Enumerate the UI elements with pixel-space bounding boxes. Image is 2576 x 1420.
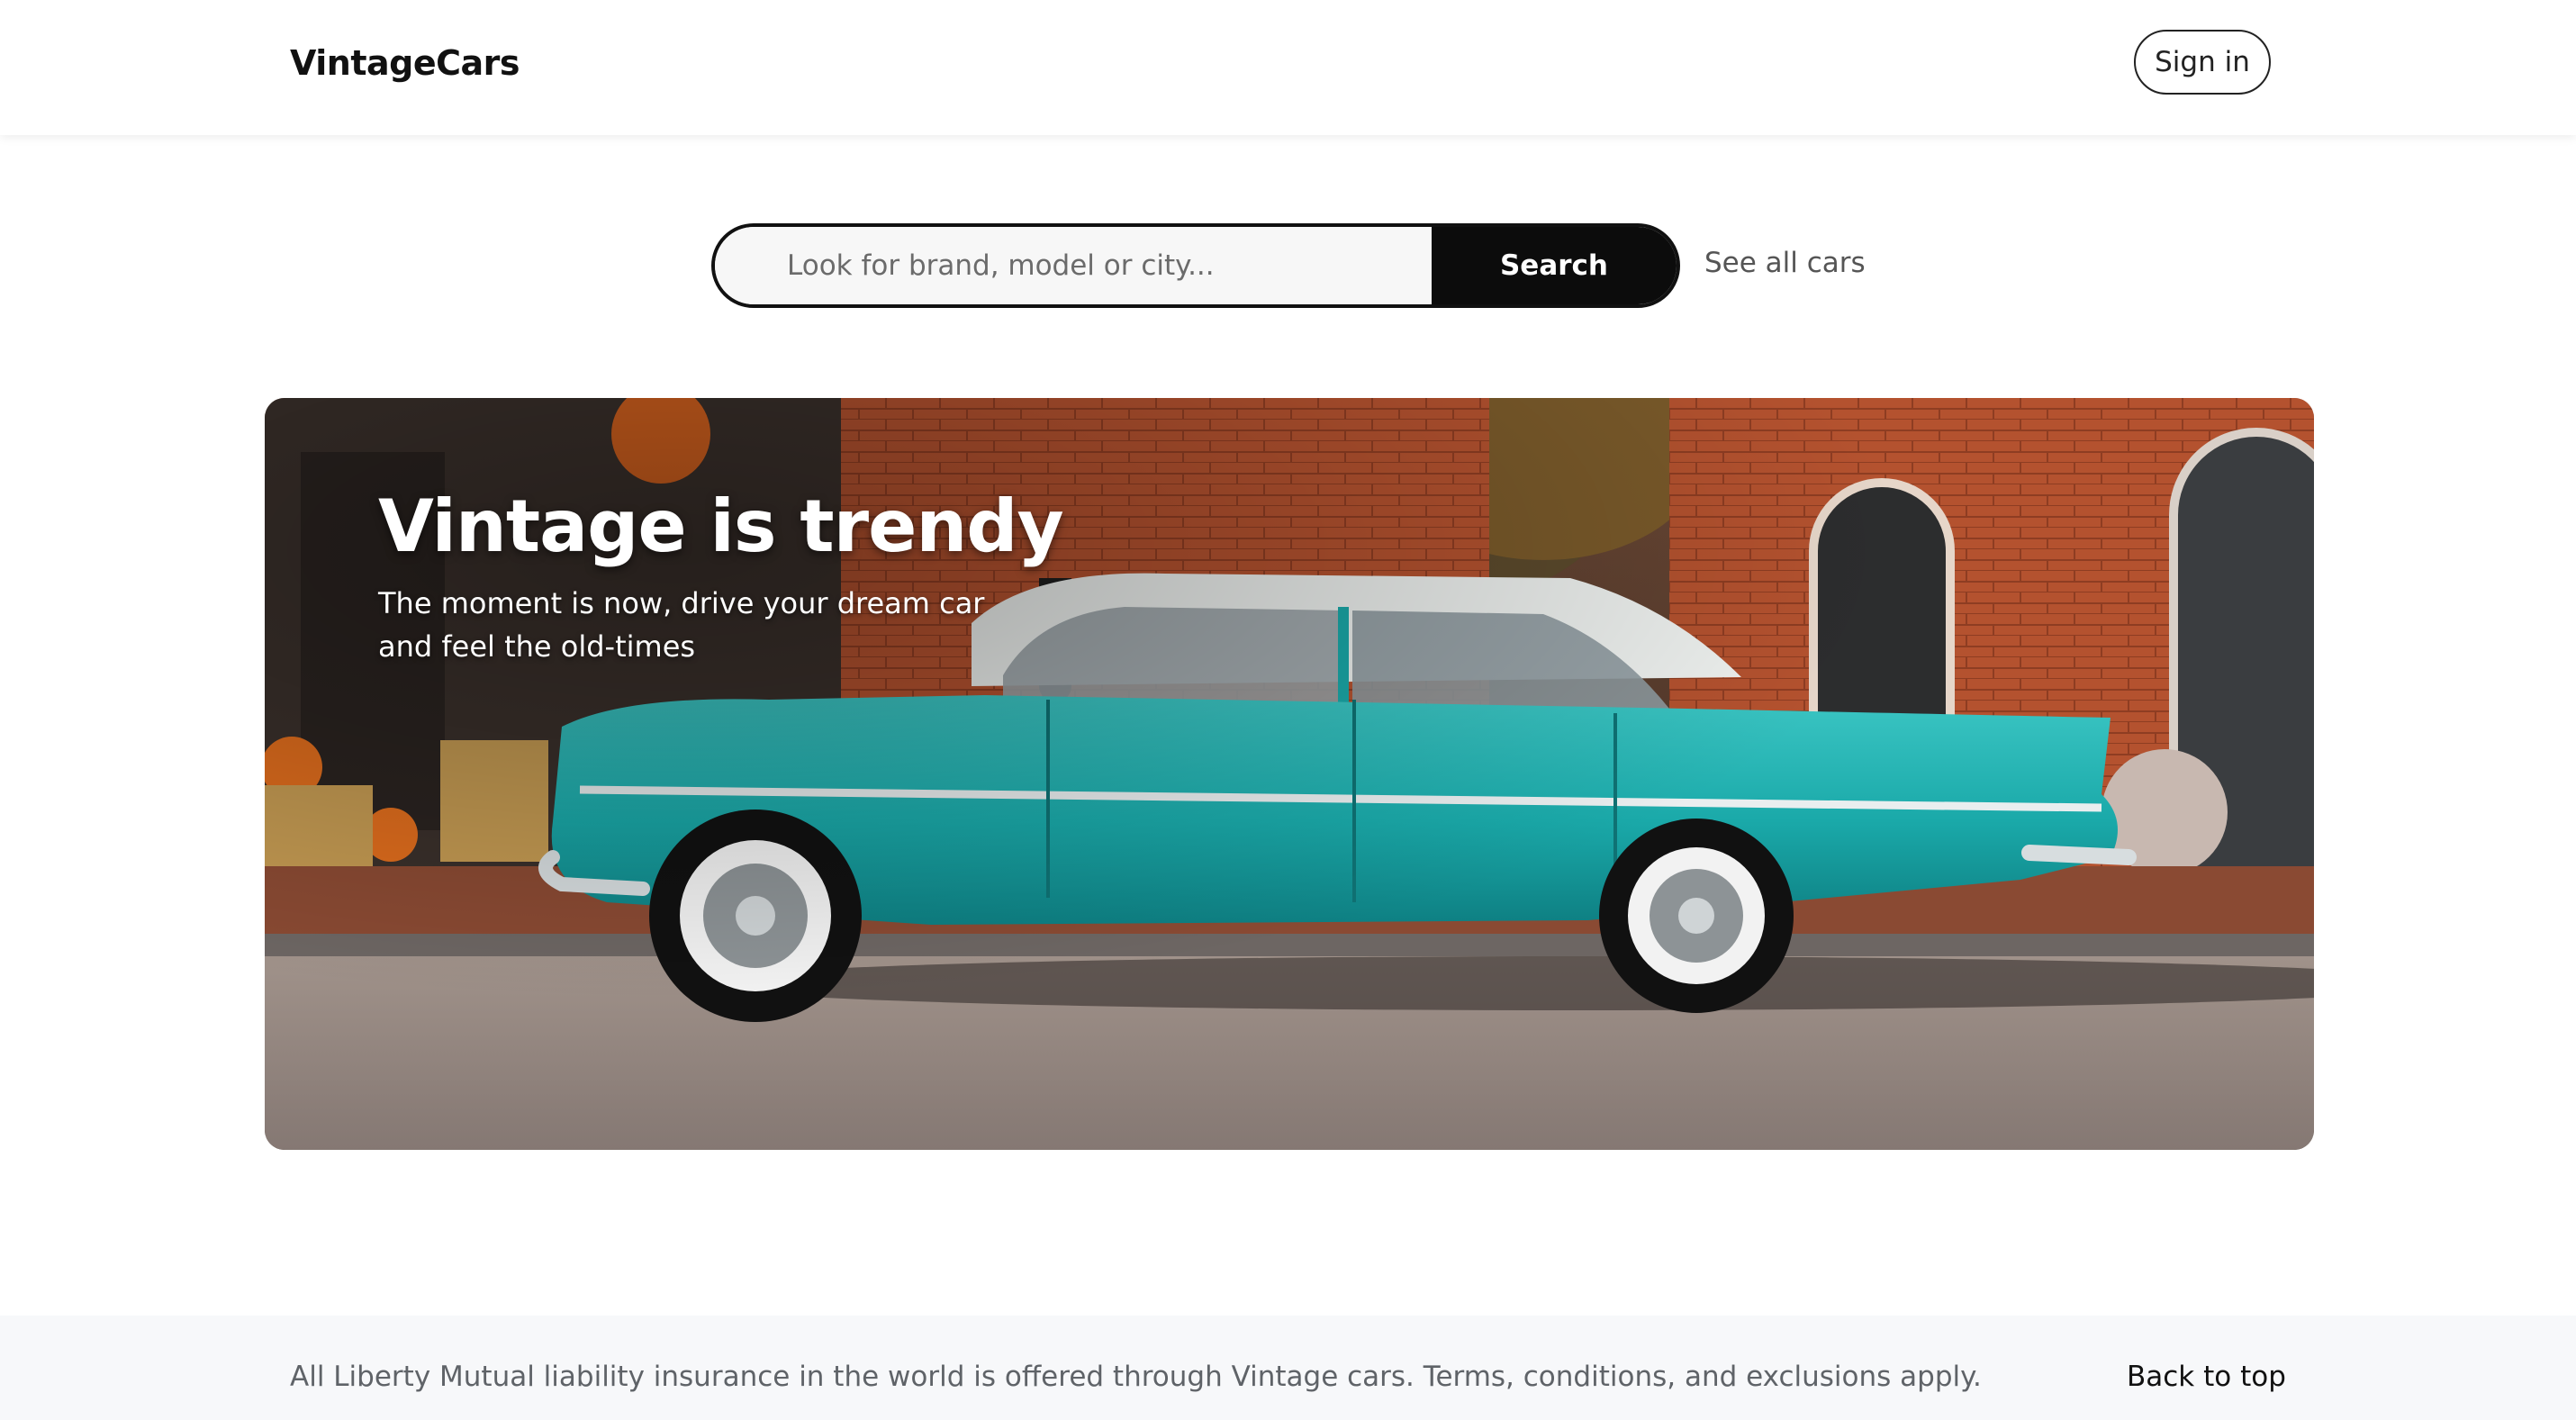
search-input[interactable] — [715, 227, 1432, 304]
search-button[interactable]: Search — [1432, 227, 1677, 304]
brand-logo[interactable]: VintageCars — [290, 43, 520, 83]
sign-in-button[interactable]: Sign in — [2134, 30, 2271, 95]
hero-subtitle: The moment is now, drive your dream car … — [378, 586, 985, 664]
footer: All Liberty Mutual liability insurance i… — [0, 1316, 2576, 1420]
see-all-cars-link[interactable]: See all cars — [1704, 247, 1866, 279]
back-to-top-link[interactable]: Back to top — [2127, 1361, 2286, 1393]
hero-title: Vintage is trendy — [378, 484, 1064, 568]
top-navbar: VintageCars Sign in — [0, 0, 2576, 135]
hero-banner: Vintage is trendy The moment is now, dri… — [265, 398, 2314, 1150]
footer-disclaimer: All Liberty Mutual liability insurance i… — [290, 1361, 1982, 1393]
search-bar: Search — [711, 223, 1680, 308]
